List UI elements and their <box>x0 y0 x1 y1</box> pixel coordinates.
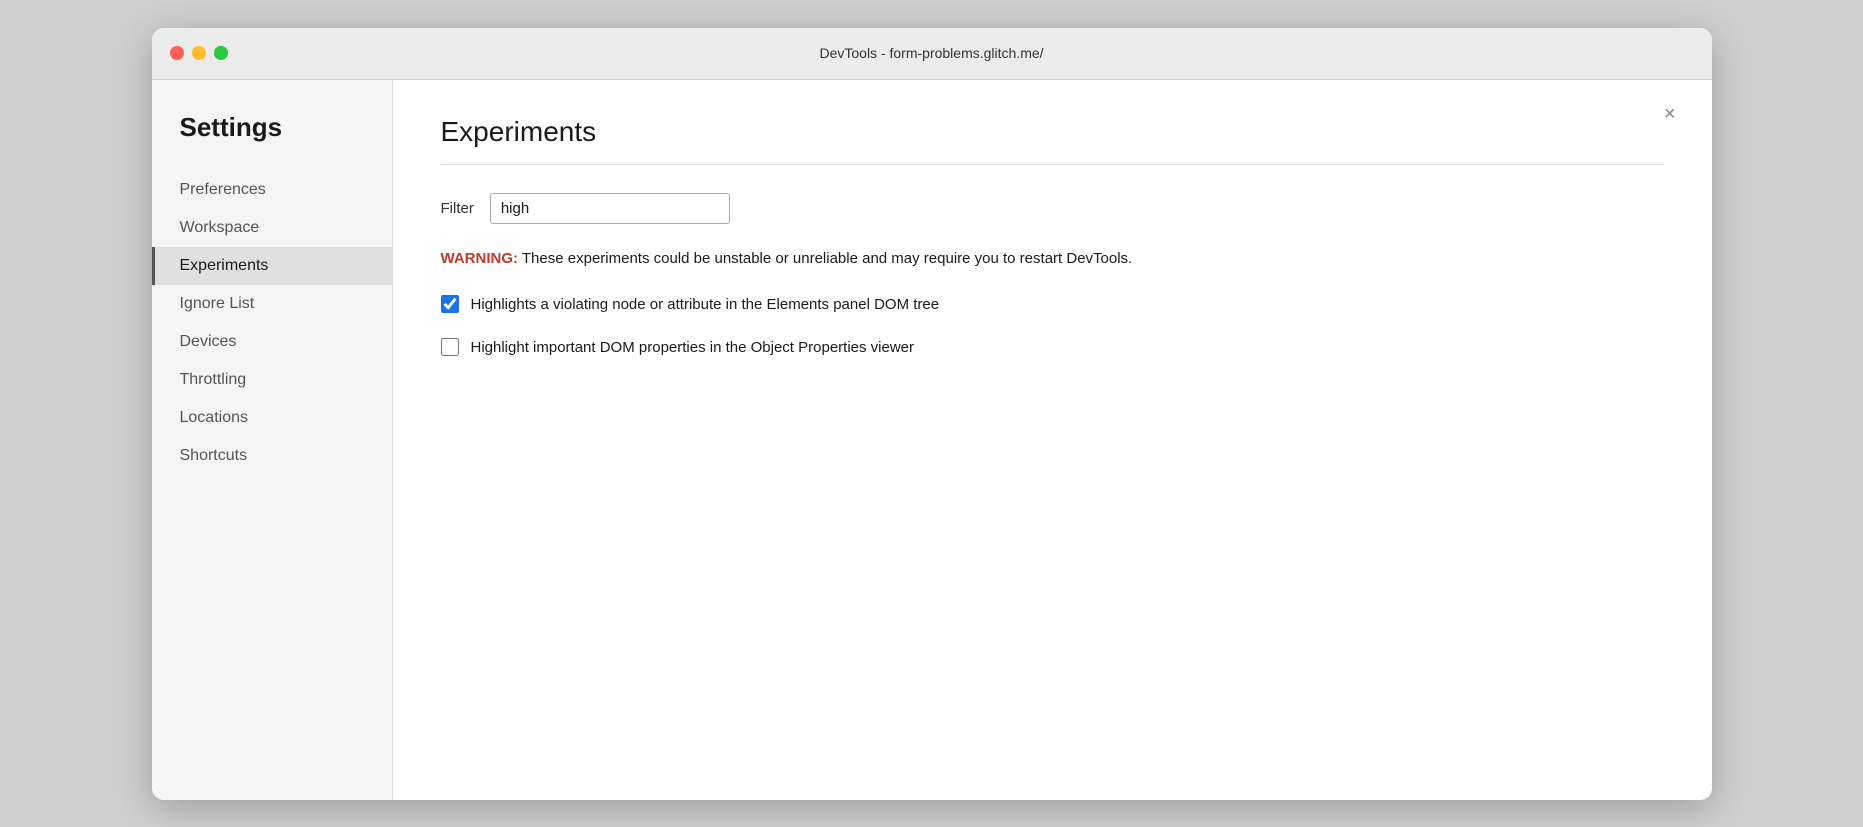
divider <box>441 164 1664 165</box>
sidebar-item-shortcuts[interactable]: Shortcuts <box>152 437 392 475</box>
filter-label: Filter <box>441 200 474 217</box>
experiment-label-2[interactable]: Highlight important DOM properties in th… <box>471 337 915 360</box>
warning-message: These experiments could be unstable or u… <box>518 250 1132 267</box>
filter-input[interactable] <box>490 193 730 224</box>
sidebar-item-ignore-list[interactable]: Ignore List <box>152 285 392 323</box>
sidebar-item-locations[interactable]: Locations <box>152 399 392 437</box>
main-content: × Experiments Filter WARNING: These expe… <box>392 80 1712 800</box>
experiment-label-1[interactable]: Highlights a violating node or attribute… <box>471 294 940 317</box>
sidebar-item-label-preferences: Preferences <box>180 181 266 199</box>
titlebar-title: DevTools - form-problems.glitch.me/ <box>819 45 1043 61</box>
page-title: Experiments <box>441 116 1664 148</box>
experiment-item-1: Highlights a violating node or attribute… <box>441 294 1664 317</box>
experiment-checkbox-2[interactable] <box>441 338 459 356</box>
sidebar-item-label-workspace: Workspace <box>180 219 260 237</box>
minimize-traffic-light[interactable] <box>192 46 206 60</box>
traffic-lights <box>170 46 228 60</box>
sidebar-item-label-devices: Devices <box>180 333 237 351</box>
sidebar-item-label-locations: Locations <box>180 409 249 427</box>
sidebar-item-preferences[interactable]: Preferences <box>152 171 392 209</box>
warning-label: WARNING: <box>441 250 519 267</box>
close-traffic-light[interactable] <box>170 46 184 60</box>
sidebar-item-label-ignore-list: Ignore List <box>180 295 255 313</box>
sidebar-item-throttling[interactable]: Throttling <box>152 361 392 399</box>
filter-row: Filter <box>441 193 1664 224</box>
devtools-window: DevTools - form-problems.glitch.me/ Sett… <box>152 28 1712 800</box>
experiment-checkbox-1[interactable] <box>441 295 459 313</box>
sidebar-item-experiments[interactable]: Experiments <box>152 247 392 285</box>
sidebar-item-label-experiments: Experiments <box>180 257 269 275</box>
settings-container: Settings Preferences Workspace Experimen… <box>152 80 1712 800</box>
sidebar-item-workspace[interactable]: Workspace <box>152 209 392 247</box>
sidebar-item-label-throttling: Throttling <box>180 371 247 389</box>
maximize-traffic-light[interactable] <box>214 46 228 60</box>
sidebar-heading: Settings <box>152 112 392 171</box>
sidebar-item-label-shortcuts: Shortcuts <box>180 447 248 465</box>
experiment-item-2: Highlight important DOM properties in th… <box>441 337 1664 360</box>
sidebar: Settings Preferences Workspace Experimen… <box>152 80 392 800</box>
sidebar-item-devices[interactable]: Devices <box>152 323 392 361</box>
warning-text: WARNING: These experiments could be unst… <box>441 248 1664 271</box>
titlebar: DevTools - form-problems.glitch.me/ <box>152 28 1712 80</box>
close-button[interactable]: × <box>1656 100 1684 128</box>
